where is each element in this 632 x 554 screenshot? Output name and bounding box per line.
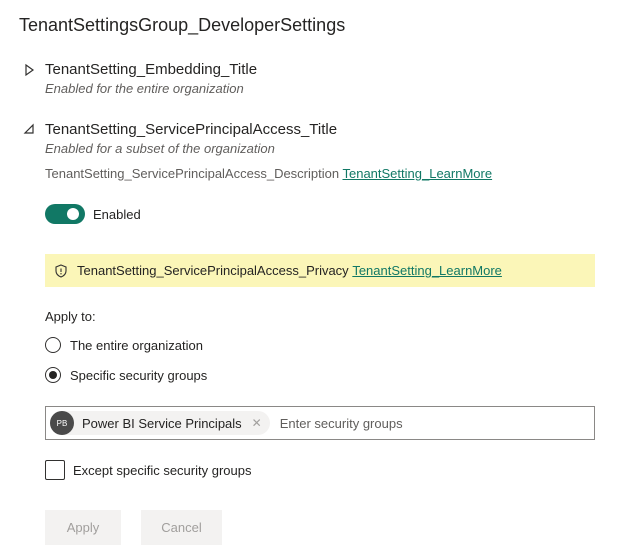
learn-more-link[interactable]: TenantSetting_LearnMore [342,166,492,181]
radio-specific-security-groups[interactable]: Specific security groups [45,367,207,383]
shield-icon [55,263,67,278]
caret-down-icon[interactable] [22,122,36,138]
chip-label: Power BI Service Principals [82,415,242,431]
privacy-banner: TenantSetting_ServicePrincipalAccess_Pri… [45,254,595,287]
security-groups-input[interactable] [277,414,594,432]
enabled-toggle-row: Enabled [45,204,141,224]
developer-settings-page: TenantSettingsGroup_DeveloperSettings Te… [0,0,632,554]
description-text: TenantSetting_ServicePrincipalAccess_Des… [45,166,340,181]
radio-label: Specific security groups [70,367,208,383]
security-group-chip: PB Power BI Service Principals ✕ [50,411,270,435]
setting-title: TenantSetting_ServicePrincipalAccess_Tit… [45,121,338,138]
checkbox-label: Except specific security groups [73,462,252,478]
radio-label: The entire organization [70,337,203,353]
setting-title: TenantSetting_Embedding_Title [45,61,258,78]
apply-button[interactable]: Apply [45,510,121,545]
setting-embedding[interactable]: TenantSetting_Embedding_Title Enabled fo… [22,60,257,98]
setting-subtitle: Enabled for the entire organization [45,81,244,96]
privacy-learn-more-link[interactable]: TenantSetting_LearnMore [352,263,502,278]
radio-entire-organization[interactable]: The entire organization [45,337,203,353]
security-groups-picker[interactable]: PB Power BI Service Principals ✕ [45,406,595,440]
close-icon[interactable]: ✕ [252,416,262,430]
privacy-text: TenantSetting_ServicePrincipalAccess_Pri… [77,263,349,278]
caret-right-icon[interactable] [22,62,36,78]
enabled-toggle[interactable] [45,204,85,224]
radio-button[interactable] [45,367,61,383]
setting-service-principal-access[interactable]: TenantSetting_ServicePrincipalAccess_Tit… [22,120,337,158]
toggle-knob [67,208,79,220]
setting-subtitle: Enabled for a subset of the organization [45,141,275,156]
except-checkbox[interactable] [45,460,65,480]
toggle-label: Enabled [93,206,141,222]
cancel-button[interactable]: Cancel [141,510,222,545]
radio-button[interactable] [45,337,61,353]
group-title: TenantSettingsGroup_DeveloperSettings [19,15,346,35]
setting-description: TenantSetting_ServicePrincipalAccess_Des… [45,166,492,181]
apply-to-label: Apply to: [45,309,96,324]
except-security-groups-row[interactable]: Except specific security groups [45,460,251,480]
avatar: PB [50,411,74,435]
